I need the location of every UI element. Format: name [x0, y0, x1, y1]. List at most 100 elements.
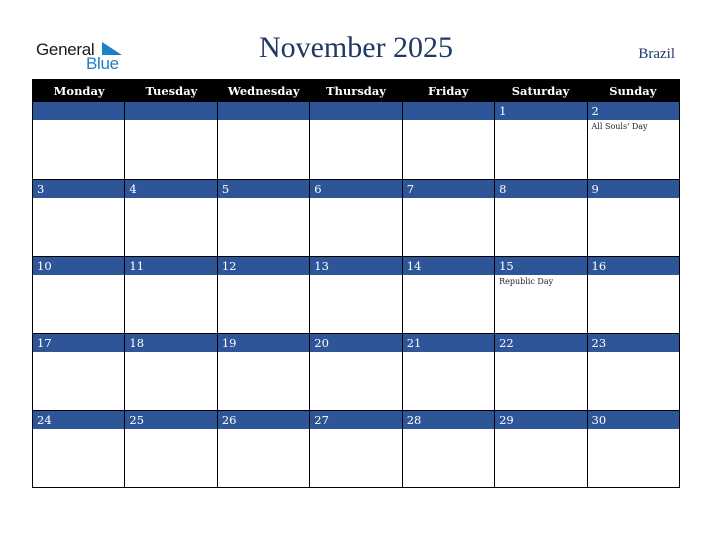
holiday-label	[588, 429, 679, 431]
holiday-label	[125, 198, 216, 200]
day-number: 25	[125, 411, 217, 429]
holiday-label	[588, 352, 679, 354]
holiday-label	[218, 275, 309, 277]
day-cell: 5	[216, 180, 310, 256]
day-cell: 28	[401, 411, 495, 487]
day-number: 27	[310, 411, 402, 429]
day-number	[310, 102, 402, 120]
weekday-header: Monday	[53, 84, 105, 98]
day-cell: 4	[124, 180, 217, 256]
holiday-label	[310, 275, 401, 277]
holiday-label	[495, 198, 586, 200]
day-number	[217, 102, 310, 120]
holiday-label	[403, 275, 494, 277]
holiday-label	[310, 352, 401, 354]
day-cell: 14	[401, 257, 495, 333]
day-cell: 6	[309, 180, 402, 256]
weekday-header: Friday	[427, 84, 469, 98]
weekday-header: Sunday	[609, 84, 657, 98]
day-number: 5	[217, 180, 310, 198]
day-number: 23	[587, 334, 679, 352]
holiday-label	[310, 120, 401, 122]
week-row: 17 18 19 20 21 22 23	[33, 333, 679, 410]
day-number: 3	[33, 180, 125, 198]
holiday-label	[218, 429, 309, 431]
day-cell: 27	[309, 411, 402, 487]
day-number: 29	[495, 411, 587, 429]
day-cell	[309, 102, 402, 179]
weekday-header: Wednesday	[227, 84, 300, 98]
day-number: 26	[217, 411, 310, 429]
holiday-label	[218, 352, 309, 354]
page-title: November 2025	[258, 31, 454, 64]
week-row: 3456789	[33, 179, 679, 256]
day-cell: 1	[494, 102, 587, 179]
holiday-label	[310, 198, 401, 200]
day-number: 18	[125, 334, 217, 352]
day-number: 11	[125, 257, 217, 275]
day-cell: 8	[494, 180, 587, 256]
holiday-label: All Souls' Day	[591, 122, 648, 131]
day-cell	[124, 102, 217, 179]
day-number: 12	[217, 257, 310, 275]
day-number: 19	[217, 334, 310, 352]
day-cell: 22	[494, 334, 587, 410]
holiday-label	[588, 275, 679, 277]
day-number: 24	[33, 411, 125, 429]
day-number	[125, 102, 217, 120]
day-number: 21	[402, 334, 495, 352]
holiday-label	[33, 429, 124, 431]
holiday-label	[403, 198, 494, 200]
holiday-label	[33, 275, 124, 277]
holiday-label	[310, 429, 401, 431]
holiday-label	[403, 120, 494, 122]
day-cell: 16	[586, 257, 679, 333]
day-cell: 23	[586, 334, 679, 410]
country-label: Brazil	[638, 46, 675, 62]
day-cell: 2 All Souls' Day	[586, 102, 679, 179]
day-cell: 3	[33, 180, 125, 256]
day-number: 6	[310, 180, 402, 198]
day-cell: 18	[124, 334, 217, 410]
day-cell: 24	[33, 411, 125, 487]
holiday-label	[403, 352, 494, 354]
day-cell: 25	[124, 411, 217, 487]
day-cell: 29	[494, 411, 587, 487]
day-cell	[401, 102, 495, 179]
day-cell: 11	[124, 257, 217, 333]
day-cell: 10	[33, 257, 125, 333]
day-number: 20	[310, 334, 402, 352]
day-cell: 26	[216, 411, 310, 487]
holiday-label	[125, 120, 216, 122]
day-number: 13	[310, 257, 402, 275]
day-cell: 7	[401, 180, 495, 256]
holiday-label	[33, 120, 124, 122]
day-number: 8	[495, 180, 587, 198]
holiday-label	[125, 275, 216, 277]
holiday-label	[125, 352, 216, 354]
holiday-label	[218, 198, 309, 200]
holiday-label: Republic Day	[499, 277, 554, 286]
holiday-label	[495, 120, 586, 122]
day-number: 7	[402, 180, 495, 198]
holiday-label	[495, 429, 586, 431]
day-number	[402, 102, 495, 120]
holiday-label	[495, 352, 586, 354]
day-number: 22	[495, 334, 587, 352]
day-number: 2	[587, 102, 679, 120]
holiday-label	[403, 429, 494, 431]
day-cell: 9	[586, 180, 679, 256]
weekday-header: Thursday	[325, 84, 386, 98]
day-number: 16	[587, 257, 679, 275]
week-row: 1 2 All Souls' Day	[33, 102, 679, 179]
holiday-label	[33, 352, 124, 354]
day-number: 9	[587, 180, 679, 198]
day-cell: 21	[401, 334, 495, 410]
holiday-label	[218, 120, 309, 122]
day-cell: 30	[586, 411, 679, 487]
day-number: 30	[587, 411, 679, 429]
day-number: 28	[402, 411, 495, 429]
week-row: 10 11 12 13 14 15 Republic Day 16	[33, 256, 679, 333]
weekday-header: Saturday	[511, 84, 570, 98]
day-number: 10	[33, 257, 125, 275]
